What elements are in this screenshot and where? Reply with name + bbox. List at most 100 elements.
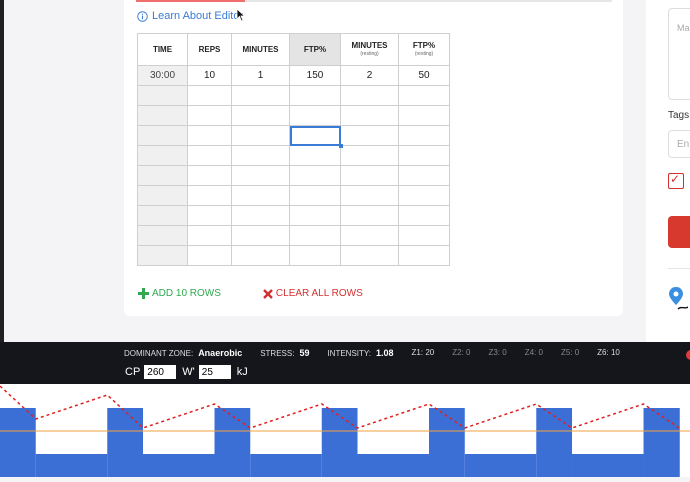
table-cell[interactable] <box>289 85 341 106</box>
table-cell[interactable] <box>340 205 399 226</box>
wprime-input[interactable] <box>198 365 231 379</box>
progress-fill <box>136 0 246 2</box>
table-cell[interactable] <box>398 185 450 206</box>
table-cell[interactable] <box>398 105 450 126</box>
table-cell[interactable] <box>137 105 188 126</box>
table-cell[interactable] <box>340 185 399 206</box>
table-cell[interactable] <box>398 205 450 226</box>
work-interval-bar <box>429 408 466 477</box>
table-cell[interactable] <box>137 185 188 206</box>
close-icon <box>263 288 273 299</box>
add-10-rows-button[interactable]: ADD 10 ROWS <box>138 288 221 299</box>
table-cell[interactable] <box>187 185 232 206</box>
table-cell[interactable] <box>187 105 232 126</box>
table-cell[interactable] <box>289 225 341 246</box>
column-header-ftp: FTP% <box>289 33 341 66</box>
table-cell[interactable] <box>137 85 188 106</box>
table-cell[interactable] <box>289 185 341 206</box>
table-cell[interactable] <box>231 205 290 226</box>
table-cell[interactable]: 30:00 <box>137 65 188 86</box>
primary-action-button[interactable] <box>668 216 690 248</box>
interval-editor-card: Learn About Editor TIME REPS MINUTES FTP… <box>124 0 623 316</box>
table-cell[interactable] <box>231 245 290 266</box>
table-row <box>137 85 450 106</box>
table-cell[interactable] <box>137 225 188 246</box>
clear-all-rows-button[interactable]: CLEAR ALL ROWS <box>263 288 363 299</box>
table-cell[interactable]: 50 <box>398 65 450 86</box>
rest-interval-bar <box>143 454 215 477</box>
location-pin-icon[interactable] <box>668 283 688 313</box>
table-cell[interactable] <box>231 185 290 206</box>
table-cell[interactable] <box>398 145 450 166</box>
description-textarea[interactable]: Ma <box>668 8 690 100</box>
table-cell[interactable] <box>137 245 188 266</box>
table-row <box>137 185 450 206</box>
table-cell[interactable] <box>289 245 341 266</box>
table-cell[interactable]: 150 <box>289 65 341 86</box>
dominant-zone-stat: DOMINANT ZONE: Anaerobic <box>124 348 243 358</box>
table-cell[interactable] <box>398 245 450 266</box>
table-cell[interactable] <box>137 205 188 226</box>
table-cell[interactable] <box>398 225 450 246</box>
zone-stat: Z3: 0 <box>488 348 507 357</box>
learn-about-editor-link[interactable]: Learn About Editor <box>137 10 243 22</box>
table-cell[interactable] <box>398 85 450 106</box>
table-cell[interactable] <box>398 125 450 146</box>
clear-rows-label: CLEAR ALL ROWS <box>275 288 363 299</box>
table-cell[interactable] <box>231 85 290 106</box>
status-indicator-icon <box>686 350 690 360</box>
table-cell[interactable] <box>340 225 399 246</box>
table-cell[interactable] <box>187 245 232 266</box>
table-cell[interactable] <box>187 225 232 246</box>
table-cell[interactable] <box>231 225 290 246</box>
table-cell[interactable] <box>231 145 290 166</box>
rest-interval-bar <box>357 454 430 477</box>
table-cell[interactable] <box>187 205 232 226</box>
option-checkbox[interactable] <box>668 172 684 189</box>
table-cell[interactable] <box>137 145 188 166</box>
workout-chart-svg <box>0 385 690 477</box>
column-header-time: TIME <box>137 33 188 66</box>
table-cell[interactable] <box>340 105 399 126</box>
table-cell[interactable] <box>289 105 341 126</box>
zone-stat: Z1: 20 <box>411 348 435 357</box>
wprime-unit: kJ <box>236 366 248 378</box>
table-cell[interactable] <box>340 125 399 146</box>
work-interval-bar <box>536 408 573 477</box>
table-cell[interactable] <box>187 85 232 106</box>
rest-interval-bar <box>35 454 108 477</box>
table-cell[interactable] <box>231 105 290 126</box>
column-header-ftp-resting: FTP% (resting) <box>398 33 450 66</box>
table-cell[interactable]: 10 <box>187 65 232 86</box>
zone-stat: Z6: 10 <box>597 348 620 357</box>
column-header-reps: REPS <box>187 33 232 66</box>
right-side-panel: Ma Tags En <box>646 0 690 342</box>
table-cell[interactable] <box>289 125 344 149</box>
table-cell[interactable] <box>340 85 399 106</box>
table-row <box>137 105 450 126</box>
table-cell[interactable] <box>231 165 290 186</box>
table-cell[interactable] <box>187 165 232 186</box>
table-cell[interactable] <box>137 165 188 186</box>
cp-input[interactable] <box>144 365 177 379</box>
intensity-stat: INTENSITY: 1.08 <box>327 348 394 358</box>
table-cell[interactable] <box>340 145 399 166</box>
tags-input[interactable]: En <box>668 130 690 158</box>
rest-interval-bar <box>572 454 644 477</box>
table-cell[interactable] <box>231 125 290 146</box>
table-row <box>137 245 450 266</box>
table-cell[interactable] <box>187 145 232 166</box>
table-cell[interactable]: 2 <box>340 65 399 86</box>
table-cell[interactable] <box>340 165 399 186</box>
table-cell[interactable] <box>340 245 399 266</box>
work-interval-bar <box>0 408 37 477</box>
table-cell[interactable] <box>289 205 341 226</box>
table-cell[interactable] <box>289 145 341 166</box>
table-cell[interactable] <box>137 125 188 146</box>
table-cell[interactable] <box>289 165 341 186</box>
table-cell[interactable]: 1 <box>231 65 290 86</box>
rest-interval-bar <box>464 454 537 477</box>
table-cell[interactable] <box>398 165 450 186</box>
table-row <box>137 165 450 186</box>
table-cell[interactable] <box>187 125 232 146</box>
